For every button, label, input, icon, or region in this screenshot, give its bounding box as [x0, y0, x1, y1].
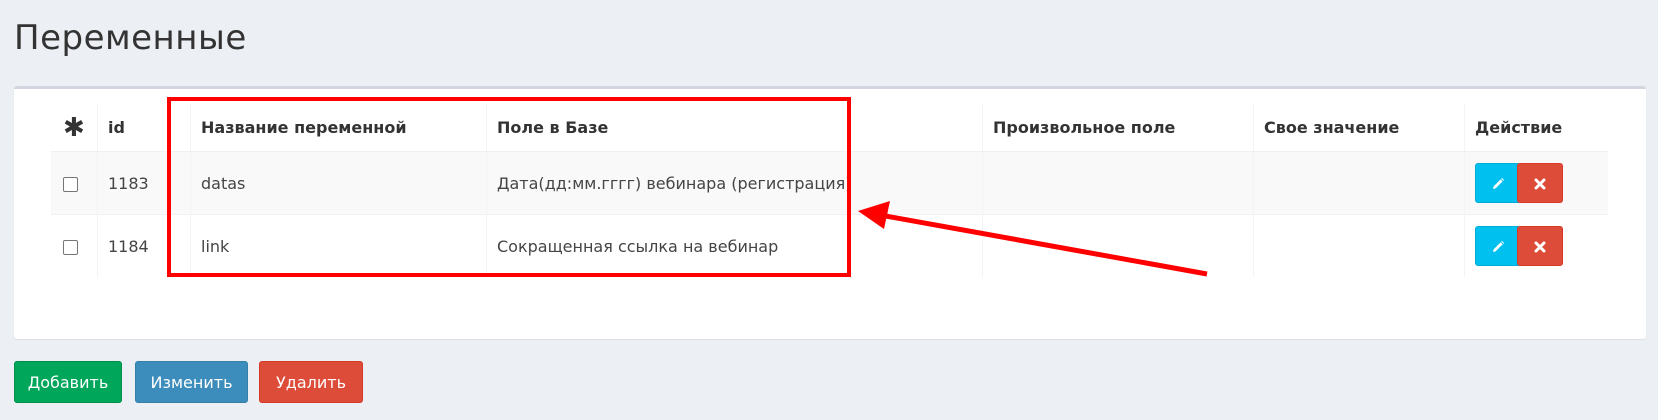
row-checkbox-cell: [51, 151, 98, 215]
row-custom-field: [982, 151, 1254, 215]
edit-button[interactable]: [1475, 163, 1521, 203]
row-own-value: [1253, 151, 1465, 215]
row-id: 1184: [97, 214, 191, 277]
remove-row-button[interactable]: [1517, 226, 1563, 266]
change-button[interactable]: Изменить: [135, 361, 248, 403]
row-actions: [1464, 214, 1608, 277]
header-db-field[interactable]: Поле в Базе: [486, 104, 983, 152]
row-actions: [1464, 151, 1608, 215]
row-custom-field: [982, 214, 1254, 277]
row-db-field: Дата(дд:мм.гггг) вебинара (регистрация): [486, 151, 983, 215]
header-id[interactable]: id: [97, 104, 191, 152]
row-checkbox[interactable]: [63, 176, 78, 192]
row-db-field: Сокращенная ссылка на вебинар: [486, 214, 983, 277]
table-row: 1184 link Сокращенная ссылка на вебинар: [51, 214, 1608, 277]
row-own-value: [1253, 214, 1465, 277]
close-icon: [1534, 241, 1546, 252]
row-variable-name: datas: [190, 151, 487, 215]
variables-table: ✱ id Название переменной Поле в Базе Про…: [51, 104, 1608, 277]
edit-button[interactable]: [1475, 226, 1521, 266]
header-variable-name[interactable]: Название переменной: [190, 104, 487, 152]
header-custom-field[interactable]: Произвольное поле: [982, 104, 1254, 152]
row-checkbox[interactable]: [63, 239, 78, 255]
add-button[interactable]: Добавить: [14, 361, 122, 403]
asterisk-icon[interactable]: ✱: [63, 115, 85, 141]
remove-row-button[interactable]: [1517, 163, 1563, 203]
header-action: Действие: [1464, 104, 1608, 152]
select-all-header[interactable]: ✱: [51, 104, 98, 152]
pencil-icon: [1493, 177, 1504, 189]
delete-button[interactable]: Удалить: [259, 361, 363, 403]
header-own-value[interactable]: Свое значение: [1253, 104, 1465, 152]
table-row: 1183 datas Дата(дд:мм.гггг) вебинара (ре…: [51, 151, 1608, 215]
row-variable-name: link: [190, 214, 487, 277]
page-title: Переменные: [14, 18, 247, 58]
table-header-row: ✱ id Название переменной Поле в Базе Про…: [51, 104, 1608, 152]
row-checkbox-cell: [51, 214, 98, 277]
row-id: 1183: [97, 151, 191, 215]
variables-panel: ✱ id Название переменной Поле в Базе Про…: [14, 86, 1646, 339]
close-icon: [1534, 178, 1546, 189]
pencil-icon: [1493, 240, 1504, 252]
